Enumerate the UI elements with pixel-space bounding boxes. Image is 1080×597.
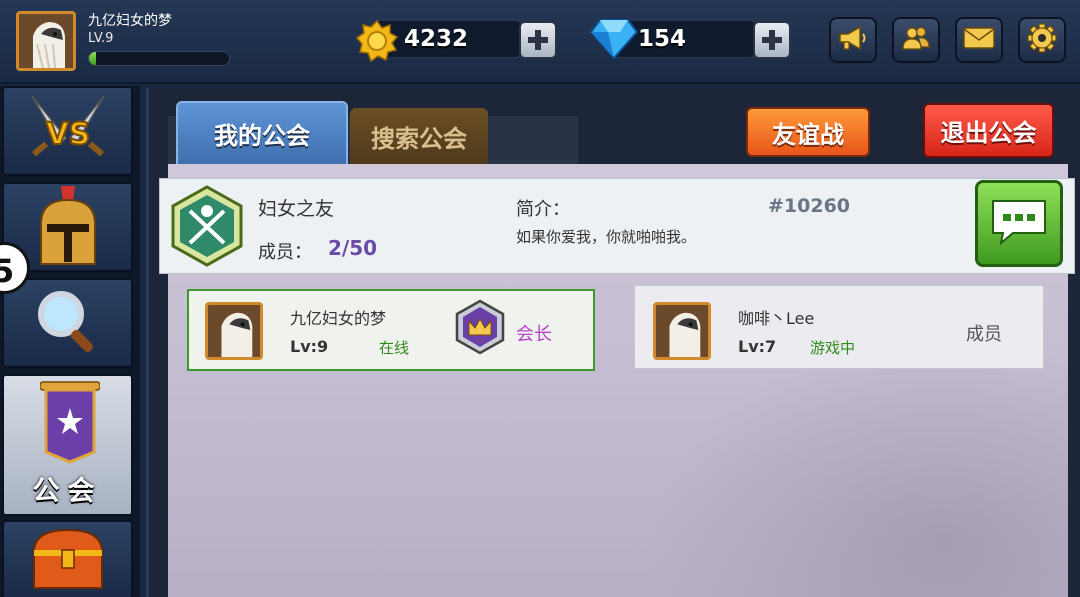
sidebar: VS 公会 — [0, 86, 140, 597]
tab-search-guild[interactable]: 搜索公会 — [350, 108, 488, 164]
tab-my-guild[interactable]: 我的公会 — [176, 101, 348, 164]
gem-value: 154 — [638, 26, 687, 52]
guild-id: #10260 — [768, 195, 851, 217]
vs-battle-icon: VS — [26, 92, 110, 170]
leave-guild-button[interactable]: 退出公会 — [923, 103, 1054, 158]
friends-button[interactable] — [892, 17, 940, 63]
member-role: 会长 — [516, 324, 552, 345]
member-level: Lv:7 — [738, 337, 777, 356]
xp-progress-fill — [89, 52, 96, 65]
guild-members-label: 成员： — [258, 242, 312, 263]
mail-button[interactable] — [955, 17, 1003, 63]
member-avatar — [205, 302, 263, 360]
top-bar: 九亿妇女的梦 LV.9 4232 154 — [0, 0, 1080, 84]
guild-intro-text: 如果你爱我，你就啪啪我。 — [516, 228, 697, 246]
sidebar-item-treasure[interactable] — [2, 520, 133, 597]
helmet-icon — [33, 184, 103, 270]
guild-banner-icon — [39, 380, 101, 468]
gold-coin-icon — [355, 19, 399, 66]
member-avatar — [653, 302, 711, 360]
member-level: Lv:9 — [290, 337, 329, 356]
announcement-button[interactable] — [829, 17, 877, 63]
chat-bubble-icon — [989, 197, 1049, 251]
friends-icon — [901, 25, 931, 55]
notification-badge-count: 5 — [0, 252, 15, 290]
svg-text:VS: VS — [45, 117, 90, 152]
friendly-battle-button[interactable]: 友谊战 — [746, 107, 870, 157]
magnifier-icon — [33, 286, 103, 360]
settings-gear-icon — [1027, 23, 1057, 57]
guild-emblem-icon — [170, 185, 244, 271]
diamond-icon — [589, 18, 639, 64]
member-name: 咖啡丶Lee — [738, 309, 815, 328]
member-status: 游戏中 — [810, 339, 856, 357]
sidebar-item-label: 公会 — [32, 476, 103, 507]
add-gem-button[interactable] — [753, 21, 791, 59]
member-name: 九亿妇女的梦 — [290, 309, 387, 328]
treasure-chest-icon — [28, 526, 108, 594]
mail-icon — [963, 26, 995, 54]
member-role: 成员 — [966, 324, 1002, 345]
sidebar-item-guild[interactable]: 公会 — [2, 374, 133, 516]
player-avatar[interactable] — [16, 11, 76, 71]
guild-chat-button[interactable] — [975, 180, 1063, 267]
leader-crown-badge-icon — [455, 299, 505, 359]
xp-progress-bar — [88, 51, 230, 66]
sidebar-item-search[interactable] — [2, 278, 133, 368]
player-level: LV.9 — [88, 31, 114, 46]
player-name: 九亿妇女的梦 — [88, 13, 172, 29]
add-gold-button[interactable] — [519, 21, 557, 59]
megaphone-icon — [838, 25, 868, 55]
guild-members-count: 2/50 — [328, 236, 378, 260]
gold-value: 4232 — [404, 26, 469, 52]
sidebar-item-vs-battle[interactable]: VS — [2, 86, 133, 176]
guild-name: 妇女之友 — [258, 198, 335, 220]
settings-button[interactable] — [1018, 17, 1066, 63]
member-status: 在线 — [379, 339, 410, 357]
guild-intro-label: 简介： — [516, 199, 570, 220]
